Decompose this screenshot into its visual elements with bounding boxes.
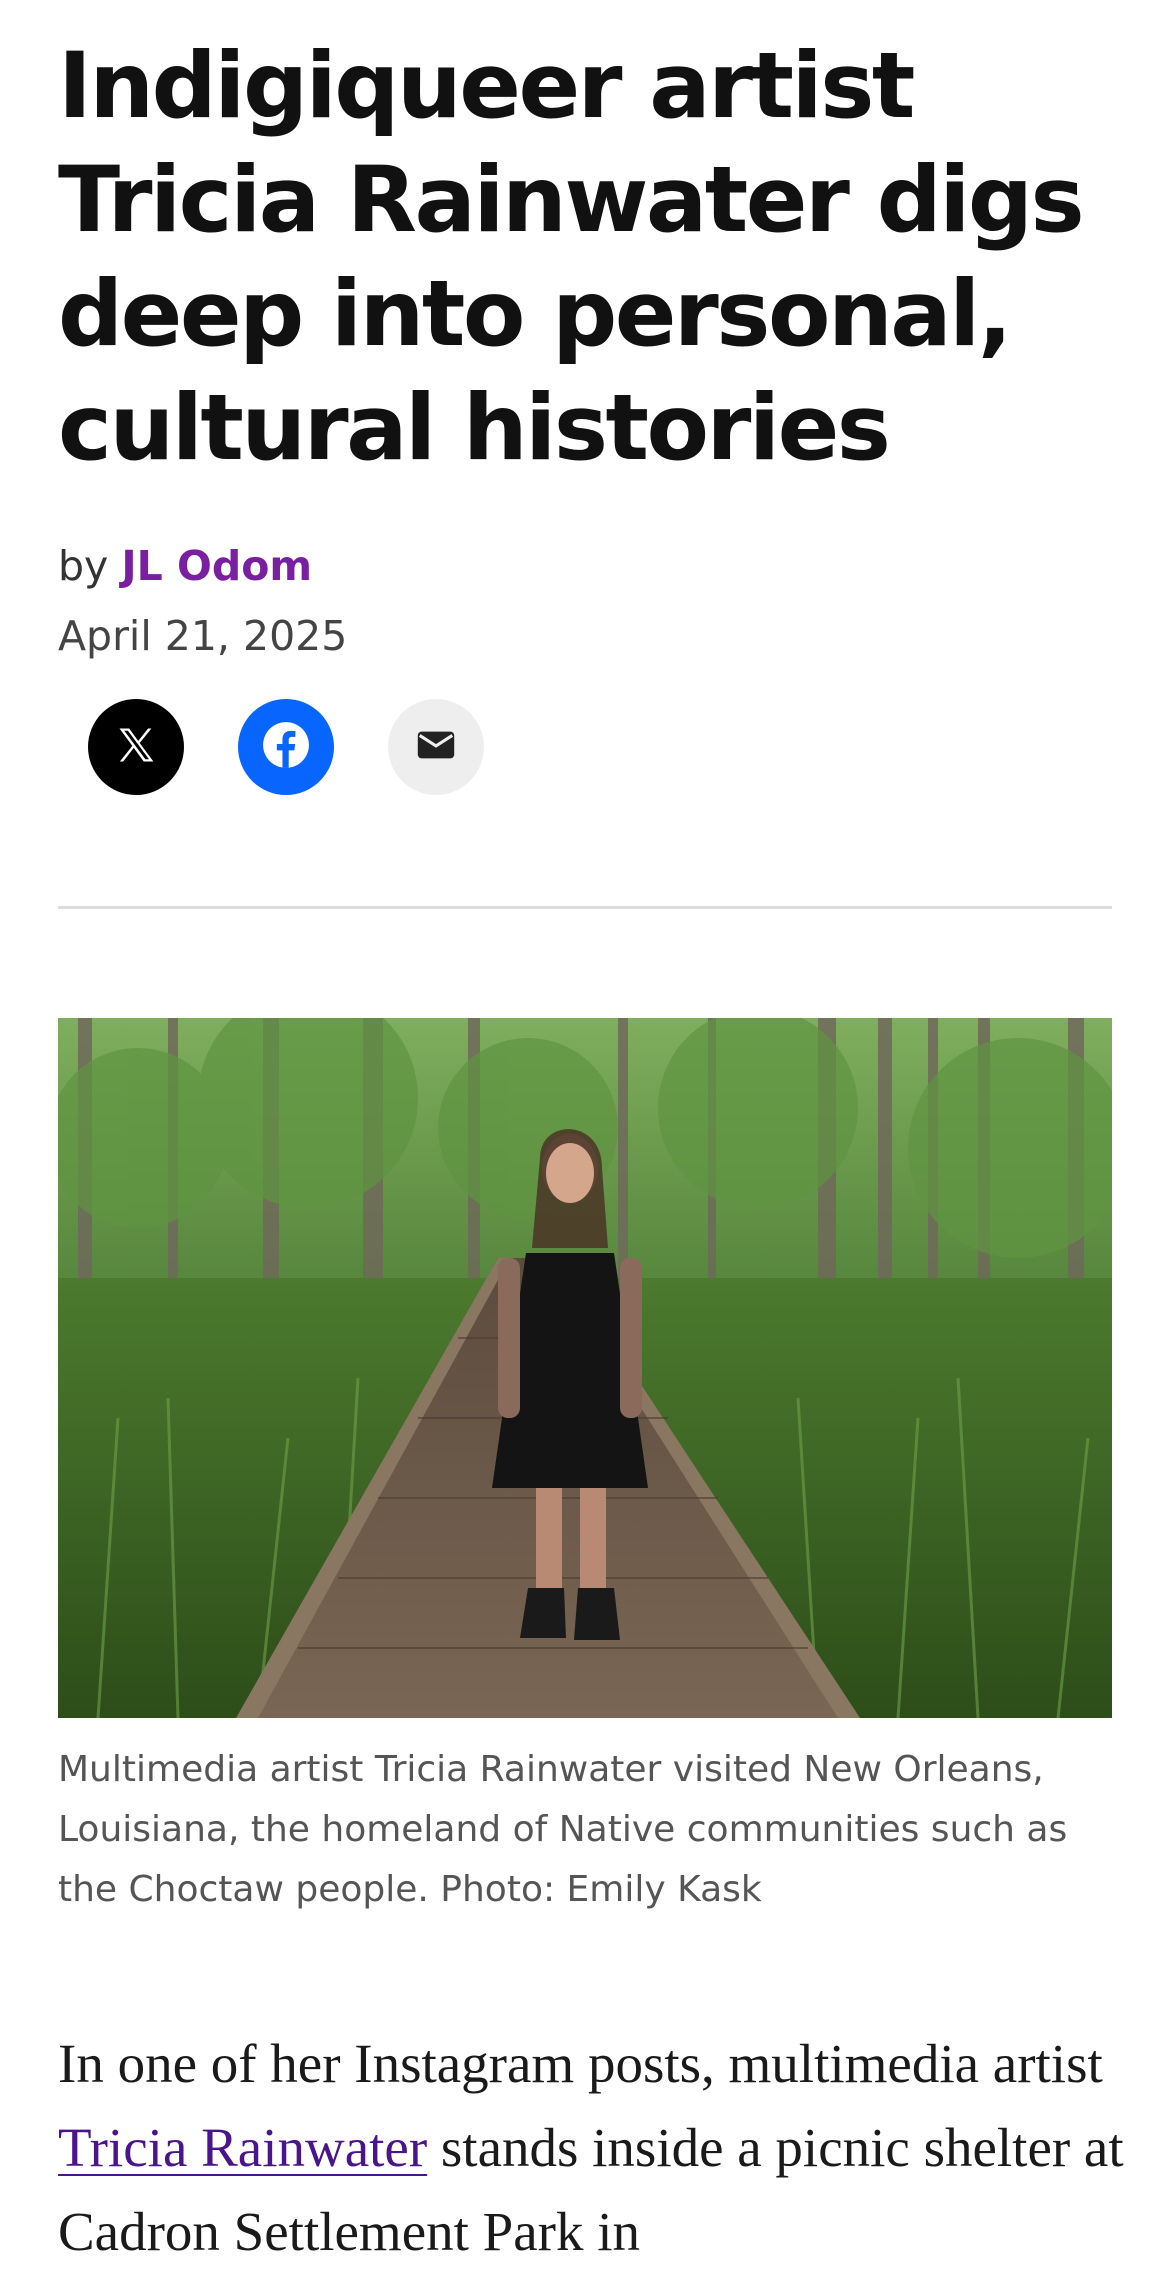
share-email-button[interactable] <box>388 699 484 795</box>
publish-date: April 21, 2025 <box>58 612 348 660</box>
author-link[interactable]: JL Odom <box>121 542 312 590</box>
share-facebook-button[interactable] <box>238 699 334 795</box>
article-photo <box>58 1018 1112 1718</box>
email-icon <box>413 722 459 772</box>
byline-prefix: by <box>58 542 109 590</box>
article-headline: Indigiqueer artist Tricia Rainwater digs… <box>58 34 1085 481</box>
x-logo-icon <box>114 723 158 771</box>
body-text-before-link: In one of her Instagram posts, multimedi… <box>58 2033 1103 2094</box>
share-x-button[interactable] <box>88 699 184 795</box>
artist-link[interactable]: Tricia Rainwater <box>58 2117 427 2178</box>
article-body-paragraph: In one of her Instagram posts, multimedi… <box>58 2022 1128 2274</box>
photo-caption: Multimedia artist Tricia Rainwater visit… <box>58 1749 1068 1910</box>
section-divider <box>58 906 1112 909</box>
facebook-icon <box>261 720 311 774</box>
byline: by JL Odom <box>58 538 312 594</box>
